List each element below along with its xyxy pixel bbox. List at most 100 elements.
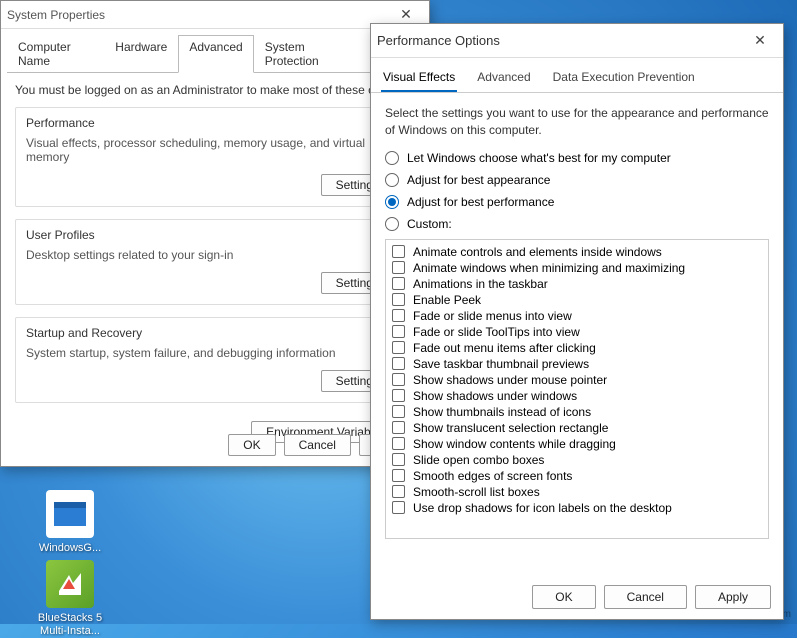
cancel-button[interactable]: Cancel [604,585,687,609]
visual-effects-list[interactable]: Animate controls and elements inside win… [385,239,769,539]
checkbox-icon [392,325,405,338]
check-option-3[interactable]: Enable Peek [392,292,762,308]
checkbox-icon [392,405,405,418]
tab-bar: Visual Effects Advanced Data Execution Pre… [371,58,783,93]
group-desc: Desktop settings related to your sign-in [26,248,404,262]
desktop-icon-label: WindowsG... [30,542,110,555]
checkbox-icon [392,373,405,386]
check-label: Enable Peek [413,293,481,307]
checkbox-icon [392,453,405,466]
radio-icon [385,151,399,165]
check-option-4[interactable]: Fade or slide menus into view [392,308,762,324]
check-option-12[interactable]: Show window contents while dragging [392,436,762,452]
check-label: Smooth edges of screen fonts [413,469,572,483]
check-label: Animate windows when minimizing and maxi… [413,261,685,275]
close-icon: ✕ [400,6,412,23]
app-icon [46,490,94,538]
tab-system-protection[interactable]: System Protection [254,35,359,73]
desktop-icon-bluestacks[interactable]: BlueStacks 5 Multi-Insta... [30,560,110,638]
tab-data-execution-prevention[interactable]: Data Execution Prevention [551,66,697,92]
group-title: Startup and Recovery [26,326,404,340]
app-icon [46,560,94,608]
window-title: System Properties [7,8,389,22]
check-option-2[interactable]: Animations in the taskbar [392,276,762,292]
tab-advanced[interactable]: Advanced [475,66,532,92]
check-option-1[interactable]: Animate windows when minimizing and maxi… [392,260,762,276]
tab-hardware[interactable]: Hardware [104,35,178,73]
check-option-8[interactable]: Show shadows under mouse pointer [392,372,762,388]
checkbox-icon [392,501,405,514]
check-label: Show shadows under mouse pointer [413,373,607,387]
bluestacks-icon [55,569,85,599]
check-option-10[interactable]: Show thumbnails instead of icons [392,404,762,420]
window-icon [54,502,86,526]
check-label: Animate controls and elements inside win… [413,245,662,259]
check-label: Show window contents while dragging [413,437,616,451]
check-label: Show shadows under windows [413,389,577,403]
radio-icon [385,195,399,209]
check-option-16[interactable]: Use drop shadows for icon labels on the … [392,500,762,516]
check-option-14[interactable]: Smooth edges of screen fonts [392,468,762,484]
check-option-9[interactable]: Show shadows under windows [392,388,762,404]
check-option-5[interactable]: Fade or slide ToolTips into view [392,324,762,340]
checkbox-icon [392,309,405,322]
check-label: Fade out menu items after clicking [413,341,596,355]
checkbox-icon [392,389,405,402]
checkbox-icon [392,469,405,482]
performance-options-window: Performance Options ✕ Visual Effects Adva… [370,23,784,620]
group-desc: Visual effects, processor scheduling, me… [26,136,404,164]
radio-label: Let Windows choose what's best for my co… [407,151,671,165]
desktop-icon-label: BlueStacks 5 Multi-Insta... [30,612,110,638]
group-desc: System startup, system failure, and debu… [26,346,404,360]
checkbox-icon [392,437,405,450]
checkbox-icon [392,293,405,306]
check-label: Use drop shadows for icon labels on the … [413,501,672,515]
checkbox-icon [392,421,405,434]
check-option-13[interactable]: Slide open combo boxes [392,452,762,468]
checkbox-icon [392,277,405,290]
group-startup-recovery: Startup and Recovery System startup, sys… [15,317,415,403]
tab-advanced-body: You must be logged on as an Administrato… [7,72,423,453]
group-user-profiles: User Profiles Desktop settings related t… [15,219,415,305]
check-option-11[interactable]: Show translucent selection rectangle [392,420,762,436]
check-option-6[interactable]: Fade out menu items after clicking [392,340,762,356]
radio-option-2[interactable]: Adjust for best performance [385,195,769,209]
description-text: Select the settings you want to use for … [385,105,769,139]
radio-icon [385,173,399,187]
ok-button[interactable]: OK [228,434,275,456]
group-title: Performance [26,116,404,130]
checkbox-icon [392,261,405,274]
close-icon: ✕ [754,32,766,49]
window-title: Performance Options [377,33,743,48]
system-properties-window: System Properties ✕ Computer NameHardwar… [0,0,430,467]
titlebar[interactable]: Performance Options ✕ [371,24,783,58]
apply-button[interactable]: Apply [695,585,771,609]
radio-label: Adjust for best performance [407,195,554,209]
check-option-0[interactable]: Animate controls and elements inside win… [392,244,762,260]
checkbox-icon [392,485,405,498]
visual-effects-body: Select the settings you want to use for … [371,93,783,551]
check-label: Fade or slide menus into view [413,309,572,323]
cancel-button[interactable]: Cancel [284,434,351,456]
check-label: Fade or slide ToolTips into view [413,325,580,339]
radio-option-0[interactable]: Let Windows choose what's best for my co… [385,151,769,165]
radio-option-1[interactable]: Adjust for best appearance [385,173,769,187]
admin-instruction: You must be logged on as an Administrato… [15,83,415,97]
close-button[interactable]: ✕ [743,30,777,52]
tab-advanced[interactable]: Advanced [178,35,253,73]
checkbox-icon [392,341,405,354]
tab-computer-name[interactable]: Computer Name [7,35,104,73]
group-performance: Performance Visual effects, processor sc… [15,107,415,207]
check-option-7[interactable]: Save taskbar thumbnail previews [392,356,762,372]
ok-button[interactable]: OK [532,585,595,609]
check-label: Animations in the taskbar [413,277,548,291]
radio-option-3[interactable]: Custom: [385,217,769,231]
desktop-icon-windowsg[interactable]: WindowsG... [30,490,110,555]
tab-visual-effects[interactable]: Visual Effects [381,66,457,92]
check-label: Show thumbnails instead of icons [413,405,591,419]
titlebar[interactable]: System Properties ✕ [1,1,429,29]
check-label: Show translucent selection rectangle [413,421,608,435]
check-option-15[interactable]: Smooth-scroll list boxes [392,484,762,500]
radio-icon [385,217,399,231]
group-title: User Profiles [26,228,404,242]
